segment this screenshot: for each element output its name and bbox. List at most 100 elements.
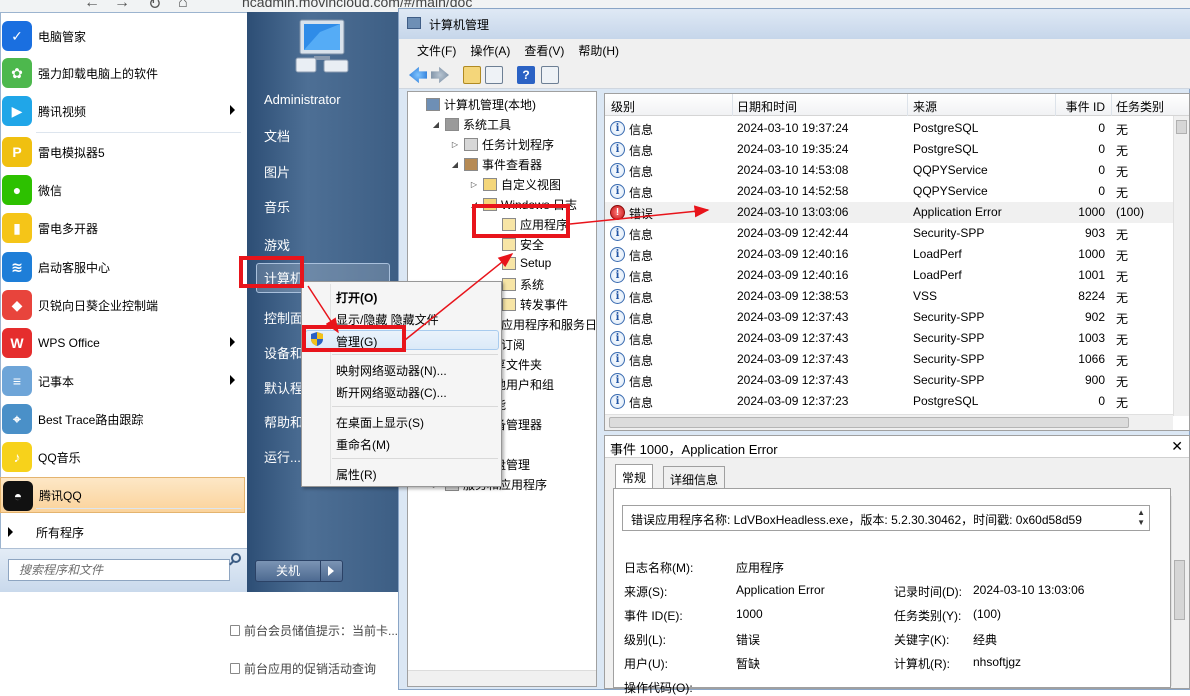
column-task-category[interactable]: 任务类别 (1116, 98, 1164, 115)
tree-node[interactable]: ◢ 系统工具 (431, 116, 511, 133)
all-programs-button[interactable]: 所有程序 (0, 520, 245, 544)
bg-list-item[interactable]: 前台应用的促销活动查询 (230, 660, 376, 677)
table-row[interactable]: ! 错误 2024-03-10 13:03:06 Application Error 1… (605, 202, 1173, 223)
program-item[interactable]: ✿ 强力卸载电脑上的软件 (0, 55, 245, 91)
menu-view[interactable]: 查看(V) (524, 42, 564, 59)
table-row[interactable]: i 信息 2024-03-09 12:37:43 Security-SPP 1066 无 (605, 349, 1173, 370)
menu-action[interactable]: 操作(A) (470, 42, 510, 59)
table-row[interactable]: i 信息 2024-03-10 19:37:24 PostgreSQL 0 无 (605, 118, 1173, 139)
event-message: 错误应用程序名称: LdVBoxHeadless.exe，版本: 5.2.30.… (631, 513, 1082, 527)
table-row[interactable]: i 信息 2024-03-09 12:37:43 Security-SPP 902 无 (605, 307, 1173, 328)
tree-node[interactable]: ◢ 事件查看器 (450, 156, 542, 173)
menu-show-on-desktop[interactable]: 在桌面上显示(S) (336, 414, 424, 431)
program-item[interactable]: ✓ 电脑管家 (0, 18, 245, 54)
tree-node[interactable]: 安全 (488, 236, 544, 253)
column-level[interactable]: 级别 (611, 98, 635, 115)
tab-details[interactable]: 详细信息 (663, 466, 726, 488)
table-row[interactable]: i 信息 2024-03-09 12:40:16 LoadPerf 1001 无 (605, 265, 1173, 286)
search-input[interactable]: 搜索程序和文件 (8, 559, 230, 581)
forward-icon[interactable]: → (114, 0, 130, 12)
menu-properties[interactable]: 属性(R) (336, 466, 377, 483)
back-arrow-icon[interactable] (409, 66, 427, 84)
shutdown-button[interactable]: 关机 (255, 560, 321, 582)
program-item[interactable]: ▶ 腾讯视频 (0, 93, 245, 129)
place-link[interactable]: 音乐 (264, 197, 290, 216)
menu-rename[interactable]: 重命名(M) (336, 436, 390, 453)
table-row[interactable]: i 信息 2024-03-10 14:53:08 QQPYService 0 无 (605, 160, 1173, 181)
scroll-thumb[interactable] (609, 417, 1129, 428)
event-message-box[interactable]: 错误应用程序名称: LdVBoxHeadless.exe，版本: 5.2.30.… (622, 505, 1150, 531)
table-row[interactable]: i 信息 2024-03-09 12:38:53 VSS 8224 无 (605, 286, 1173, 307)
cell-datetime: 2024-03-09 12:37:43 (737, 373, 849, 387)
table-row[interactable]: i 信息 2024-03-09 12:37:43 Security-SPP 1003 无 (605, 328, 1173, 349)
program-item[interactable]: ≡ 记事本 (0, 363, 245, 399)
expand-toggle-icon[interactable]: ▷ (469, 180, 479, 189)
help-icon[interactable]: ? (517, 66, 535, 84)
detail-vertical-scrollbar[interactable] (1171, 496, 1187, 686)
column-divider[interactable] (1055, 94, 1056, 116)
user-picture-icon[interactable] (290, 14, 352, 76)
table-row[interactable]: i 信息 2024-03-09 12:37:23 PostgreSQL 0 无 (605, 391, 1173, 412)
show-tree-icon[interactable] (485, 66, 503, 84)
menu-file[interactable]: 文件(F) (417, 42, 456, 59)
scroll-thumb[interactable] (1174, 560, 1185, 620)
search-icon[interactable] (231, 553, 241, 563)
table-row[interactable]: i 信息 2024-03-09 12:37:43 Security-SPP 900 无 (605, 370, 1173, 391)
column-divider[interactable] (1111, 94, 1112, 116)
table-row[interactable]: i 信息 2024-03-10 14:52:58 QQPYService 0 无 (605, 181, 1173, 202)
back-icon[interactable]: ← (84, 0, 100, 12)
table-row[interactable]: i 信息 2024-03-09 12:42:44 Security-SPP 903 无 (605, 223, 1173, 244)
place-link[interactable]: 设备和 (264, 343, 303, 362)
menu-help[interactable]: 帮助(H) (578, 42, 619, 59)
expand-toggle-icon[interactable]: ◢ (431, 120, 441, 129)
menu-map-drive[interactable]: 映射网络驱动器(N)... (336, 362, 447, 379)
spin-arrows-icon[interactable]: ▲ ▼ (1137, 508, 1145, 528)
tree-node[interactable]: ▷ 自定义视图 (469, 176, 561, 193)
menu-disconnect-drive[interactable]: 断开网络驱动器(C)... (336, 384, 447, 401)
place-link[interactable]: 运行... (264, 447, 301, 466)
place-link[interactable]: 图片 (264, 162, 290, 181)
tree-node[interactable]: ▷ 任务计划程序 (450, 136, 554, 153)
table-row[interactable]: i 信息 2024-03-09 12:40:16 LoadPerf 1000 无 (605, 244, 1173, 265)
scroll-thumb[interactable] (1176, 120, 1187, 134)
cell-id: 903 (1084, 226, 1105, 240)
forward-arrow-icon[interactable] (431, 66, 449, 84)
place-link[interactable]: 默认程 (264, 378, 303, 397)
place-link[interactable]: 控制面 (264, 308, 303, 327)
program-item[interactable]: ≋ 启动客服中心 (0, 249, 245, 285)
program-item[interactable]: ⌖ Best Trace路由跟踪 (0, 401, 245, 437)
expand-toggle-icon[interactable]: ◢ (450, 160, 460, 169)
column-datetime[interactable]: 日期和时间 (737, 98, 797, 115)
user-name[interactable]: Administrator (264, 92, 341, 107)
tree-horizontal-scrollbar[interactable] (408, 670, 596, 686)
close-icon[interactable]: ✕ (1171, 438, 1183, 455)
program-item[interactable]: ▮ 雷电多开器 (0, 210, 245, 246)
place-link[interactable]: 游戏 (264, 235, 290, 254)
program-item[interactable]: ♪ QQ音乐 (0, 439, 245, 475)
tab-general[interactable]: 常规 (615, 464, 654, 489)
program-item[interactable]: W WPS Office (0, 325, 245, 361)
column-event-id[interactable]: 事件 ID (1061, 98, 1105, 115)
up-folder-icon[interactable] (463, 66, 481, 84)
home-icon[interactable]: ⌂ (178, 0, 188, 12)
event-list-horizontal-scrollbar[interactable] (605, 414, 1173, 430)
expand-toggle-icon[interactable]: ▷ (450, 140, 460, 149)
event-list-vertical-scrollbar[interactable] (1173, 116, 1189, 416)
program-item[interactable]: P 雷电模拟器5 (0, 134, 245, 170)
shutdown-options-button[interactable] (321, 560, 343, 582)
program-item[interactable]: ● 微信 (0, 172, 245, 208)
tree-node[interactable]: 计算机管理(本地) (412, 96, 536, 113)
column-divider[interactable] (732, 94, 733, 116)
place-link[interactable]: 文档 (264, 126, 290, 145)
show-action-pane-icon[interactable] (541, 66, 559, 84)
tree-node[interactable]: Setup (488, 256, 551, 270)
program-item[interactable]: ◆ 贝锐向日葵企业控制端 (0, 287, 245, 323)
menu-open[interactable]: 打开(O) (336, 289, 377, 306)
reload-icon[interactable]: ↻ (148, 0, 161, 12)
bg-list-item[interactable]: 前台会员储值提示：当前卡... (230, 622, 398, 639)
column-source[interactable]: 来源 (913, 98, 937, 115)
cell-id: 1000 (1078, 205, 1105, 219)
table-row[interactable]: i 信息 2024-03-10 19:35:24 PostgreSQL 0 无 (605, 139, 1173, 160)
place-link[interactable]: 帮助和 (264, 412, 303, 431)
column-divider[interactable] (907, 94, 908, 116)
